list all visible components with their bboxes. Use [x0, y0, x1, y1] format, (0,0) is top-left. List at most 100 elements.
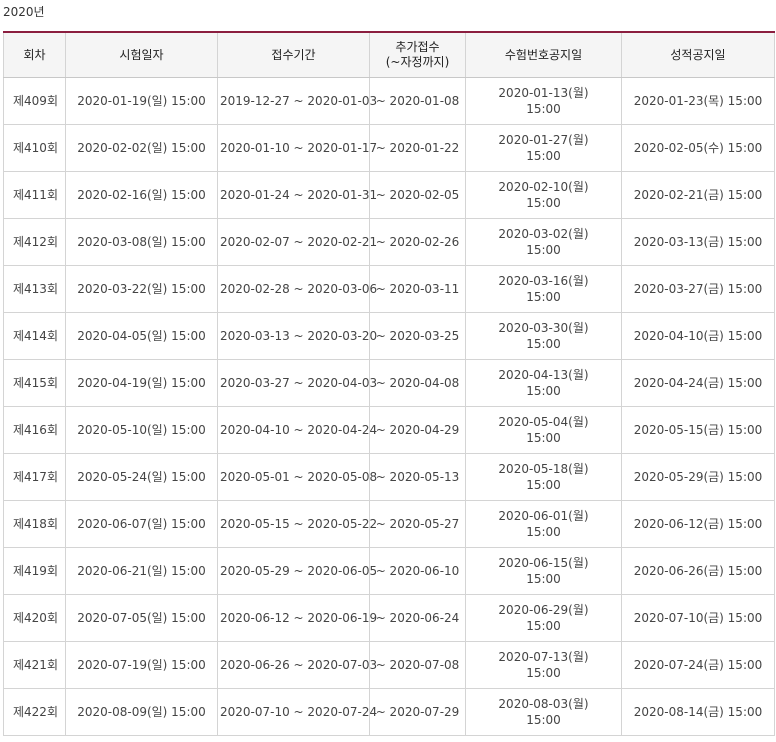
- ticket-notice-date: 2020-03-02(월): [498, 227, 589, 241]
- ticket-notice-cell: 2020-01-27(월) 15:00: [465, 124, 622, 172]
- ticket-notice-time: 15:00: [526, 666, 561, 680]
- additional-registration-cell: ~ 2020-07-29: [369, 688, 466, 736]
- ticket-notice-cell: 2020-05-04(월) 15:00: [465, 406, 622, 454]
- registration-period-cell: 2019-12-27 ~ 2020-01-03: [217, 77, 377, 125]
- header-additional-registration-line2: (~자정까지): [385, 55, 450, 69]
- registration-period-cell: 2020-05-29 ~ 2020-06-05: [217, 547, 377, 595]
- ticket-notice-time: 15:00: [526, 572, 561, 586]
- score-notice-cell: 2020-05-15(금) 15:00: [621, 406, 775, 454]
- ticket-notice-cell: 2020-08-03(월) 15:00: [465, 688, 622, 736]
- additional-registration-cell: ~ 2020-03-25: [369, 312, 466, 360]
- table-row: 제415회 2020-04-19(일) 15:00 2020-03-27 ~ 202…: [3, 359, 775, 407]
- registration-period-cell: 2020-03-13 ~ 2020-03-20: [217, 312, 377, 360]
- table-body: 제409회 2020-01-19(일) 15:00 2019-12-27 ~ 202…: [3, 77, 775, 736]
- registration-period-cell: 2020-06-26 ~ 2020-07-03: [217, 641, 377, 689]
- ticket-notice-cell: 2020-02-10(월) 15:00: [465, 171, 622, 219]
- table-row: 제409회 2020-01-19(일) 15:00 2019-12-27 ~ 202…: [3, 77, 775, 125]
- score-notice-cell: 2020-08-14(금) 15:00: [621, 688, 775, 736]
- score-notice-cell: 2020-03-27(금) 15:00: [621, 265, 775, 313]
- ticket-notice-time: 15:00: [526, 337, 561, 351]
- header-additional-registration-line1: 추가접수: [395, 40, 440, 54]
- score-notice-cell: 2020-07-24(금) 15:00: [621, 641, 775, 689]
- table-row: 제422회 2020-08-09(일) 15:00 2020-07-10 ~ 202…: [3, 688, 775, 736]
- table-row: 제413회 2020-03-22(일) 15:00 2020-02-28 ~ 202…: [3, 265, 775, 313]
- round-cell: 제417회: [3, 453, 66, 501]
- table-row: 제411회 2020-02-16(일) 15:00 2020-01-24 ~ 202…: [3, 171, 775, 219]
- ticket-notice-date: 2020-07-13(월): [498, 650, 589, 664]
- round-cell: 제412회: [3, 218, 66, 266]
- score-notice-cell: 2020-05-29(금) 15:00: [621, 453, 775, 501]
- score-notice-cell: 2020-02-05(수) 15:00: [621, 124, 775, 172]
- ticket-notice-cell: 2020-06-15(월) 15:00: [465, 547, 622, 595]
- ticket-notice-date: 2020-01-13(월): [498, 86, 589, 100]
- registration-period-cell: 2020-01-10 ~ 2020-01-17: [217, 124, 377, 172]
- header-additional-registration: 추가접수 (~자정까지): [369, 31, 466, 78]
- table-row: 제414회 2020-04-05(일) 15:00 2020-03-13 ~ 202…: [3, 312, 775, 360]
- table-row: 제410회 2020-02-02(일) 15:00 2020-01-10 ~ 202…: [3, 124, 775, 172]
- ticket-notice-cell: 2020-07-13(월) 15:00: [465, 641, 622, 689]
- registration-period-cell: 2020-02-28 ~ 2020-03-06: [217, 265, 377, 313]
- ticket-notice-date: 2020-06-29(월): [498, 603, 589, 617]
- additional-registration-cell: ~ 2020-05-13: [369, 453, 466, 501]
- header-exam-date: 시험일자: [65, 31, 218, 78]
- registration-period-cell: 2020-03-27 ~ 2020-04-03: [217, 359, 377, 407]
- table-row: 제420회 2020-07-05(일) 15:00 2020-06-12 ~ 202…: [3, 594, 775, 642]
- ticket-notice-time: 15:00: [526, 384, 561, 398]
- round-cell: 제411회: [3, 171, 66, 219]
- score-notice-cell: 2020-03-13(금) 15:00: [621, 218, 775, 266]
- exam-date-cell: 2020-08-09(일) 15:00: [65, 688, 218, 736]
- ticket-notice-time: 15:00: [526, 478, 561, 492]
- ticket-notice-cell: 2020-06-29(월) 15:00: [465, 594, 622, 642]
- registration-period-cell: 2020-04-10 ~ 2020-04-24: [217, 406, 377, 454]
- round-cell: 제409회: [3, 77, 66, 125]
- exam-date-cell: 2020-03-08(일) 15:00: [65, 218, 218, 266]
- ticket-notice-date: 2020-04-13(월): [498, 368, 589, 382]
- registration-period-cell: 2020-01-24 ~ 2020-01-31: [217, 171, 377, 219]
- exam-date-cell: 2020-02-02(일) 15:00: [65, 124, 218, 172]
- round-cell: 제414회: [3, 312, 66, 360]
- additional-registration-cell: ~ 2020-03-11: [369, 265, 466, 313]
- exam-date-cell: 2020-04-05(일) 15:00: [65, 312, 218, 360]
- ticket-notice-time: 15:00: [526, 149, 561, 163]
- table-row: 제419회 2020-06-21(일) 15:00 2020-05-29 ~ 202…: [3, 547, 775, 595]
- year-label: 2020년: [3, 5, 45, 19]
- ticket-notice-cell: 2020-03-16(월) 15:00: [465, 265, 622, 313]
- ticket-notice-cell: 2020-01-13(월) 15:00: [465, 77, 622, 125]
- round-cell: 제419회: [3, 547, 66, 595]
- registration-period-cell: 2020-05-01 ~ 2020-05-08: [217, 453, 377, 501]
- exam-date-cell: 2020-07-05(일) 15:00: [65, 594, 218, 642]
- score-notice-cell: 2020-02-21(금) 15:00: [621, 171, 775, 219]
- header-ticket-notice: 수험번호공지일: [465, 31, 622, 78]
- ticket-notice-cell: 2020-04-13(월) 15:00: [465, 359, 622, 407]
- round-cell: 제413회: [3, 265, 66, 313]
- additional-registration-cell: ~ 2020-01-22: [369, 124, 466, 172]
- exam-date-cell: 2020-05-24(일) 15:00: [65, 453, 218, 501]
- exam-date-cell: 2020-04-19(일) 15:00: [65, 359, 218, 407]
- ticket-notice-date: 2020-02-10(월): [498, 180, 589, 194]
- ticket-notice-date: 2020-08-03(월): [498, 697, 589, 711]
- registration-period-cell: 2020-02-07 ~ 2020-02-21: [217, 218, 377, 266]
- header-round: 회차: [3, 31, 66, 78]
- ticket-notice-time: 15:00: [526, 290, 561, 304]
- ticket-notice-date: 2020-03-16(월): [498, 274, 589, 288]
- score-notice-cell: 2020-04-24(금) 15:00: [621, 359, 775, 407]
- round-cell: 제420회: [3, 594, 66, 642]
- ticket-notice-date: 2020-01-27(월): [498, 133, 589, 147]
- ticket-notice-cell: 2020-06-01(월) 15:00: [465, 500, 622, 548]
- exam-schedule-table: 회차 시험일자 접수기간 추가접수 (~자정까지) 수험번호공지일 성적공지일 …: [3, 31, 775, 736]
- exam-date-cell: 2020-05-10(일) 15:00: [65, 406, 218, 454]
- exam-date-cell: 2020-06-07(일) 15:00: [65, 500, 218, 548]
- ticket-notice-time: 15:00: [526, 102, 561, 116]
- ticket-notice-cell: 2020-05-18(월) 15:00: [465, 453, 622, 501]
- table-row: 제418회 2020-06-07(일) 15:00 2020-05-15 ~ 202…: [3, 500, 775, 548]
- additional-registration-cell: ~ 2020-02-26: [369, 218, 466, 266]
- score-notice-cell: 2020-06-26(금) 15:00: [621, 547, 775, 595]
- ticket-notice-time: 15:00: [526, 525, 561, 539]
- exam-date-cell: 2020-02-16(일) 15:00: [65, 171, 218, 219]
- exam-date-cell: 2020-01-19(일) 15:00: [65, 77, 218, 125]
- additional-registration-cell: ~ 2020-02-05: [369, 171, 466, 219]
- ticket-notice-cell: 2020-03-02(월) 15:00: [465, 218, 622, 266]
- table-header: 회차 시험일자 접수기간 추가접수 (~자정까지) 수험번호공지일 성적공지일: [3, 31, 775, 78]
- additional-registration-cell: ~ 2020-04-08: [369, 359, 466, 407]
- registration-period-cell: 2020-05-15 ~ 2020-05-22: [217, 500, 377, 548]
